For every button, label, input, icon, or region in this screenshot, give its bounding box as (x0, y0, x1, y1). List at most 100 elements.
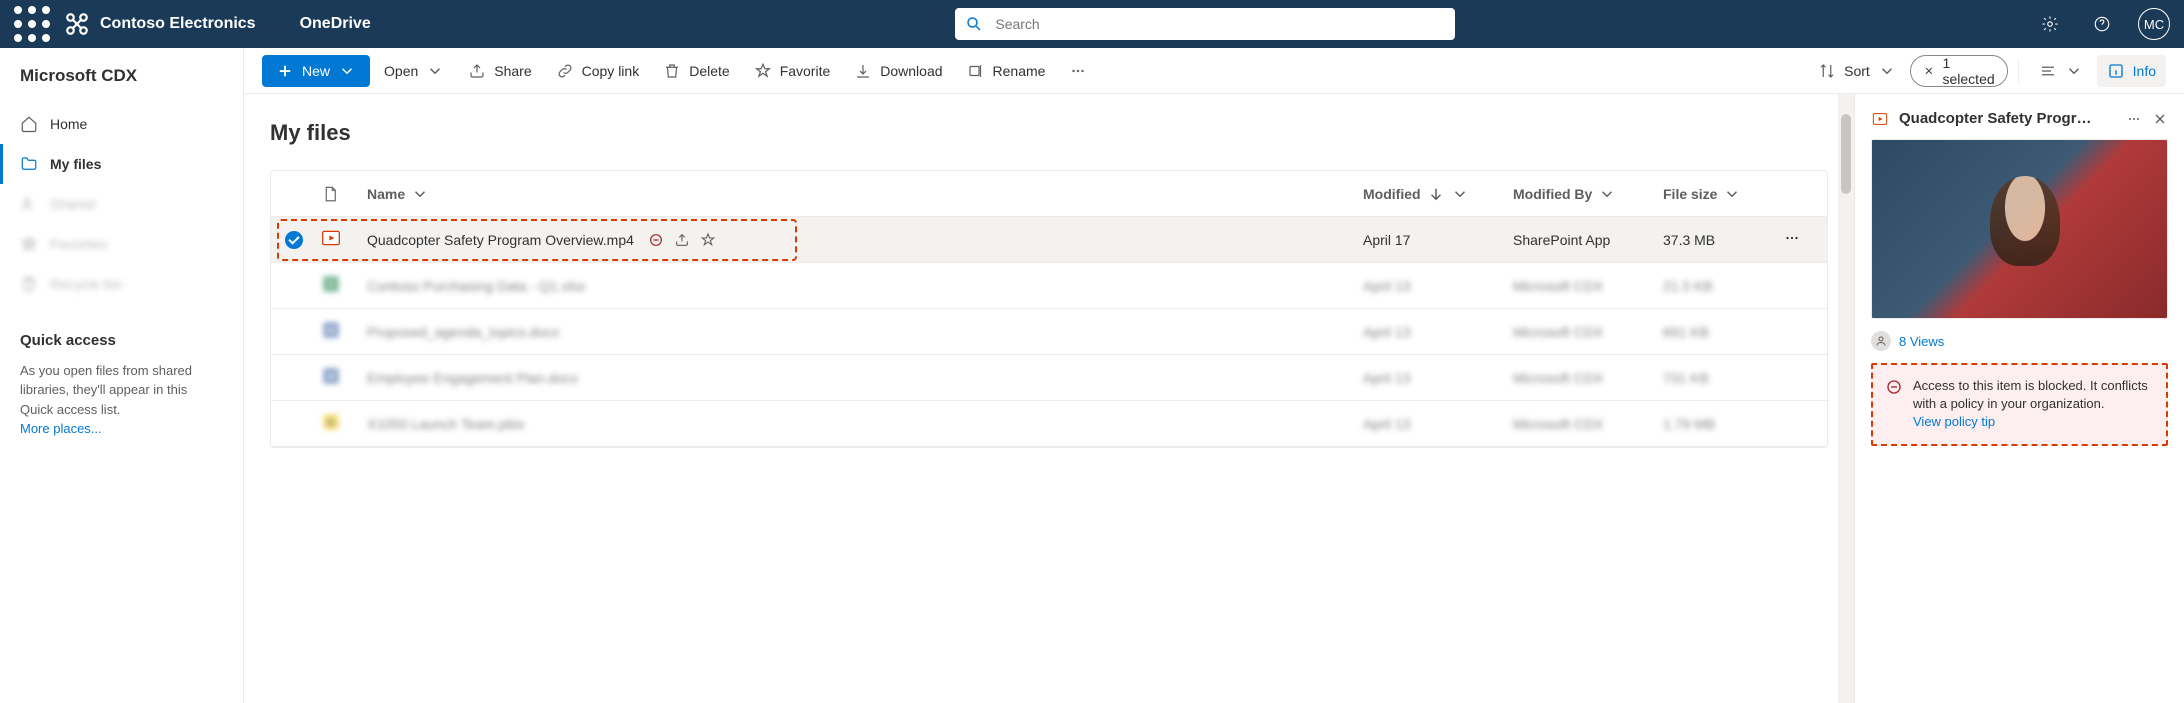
download-icon (854, 62, 872, 80)
file-modified: April 13 (1363, 416, 1513, 432)
row-checkbox[interactable] (285, 231, 303, 249)
close-icon[interactable] (2152, 111, 2168, 127)
col-modified-by[interactable]: Modified By (1513, 185, 1663, 203)
row-more[interactable] (1783, 229, 1823, 250)
col-modified[interactable]: Modified (1363, 185, 1513, 203)
more-places-link[interactable]: More places... (20, 421, 102, 436)
quick-access-body: As you open files from shared libraries,… (20, 361, 223, 420)
details-panel: Quadcopter Safety Progr… 8 Views Access … (1854, 94, 2184, 703)
excel-file-icon: X (321, 274, 341, 294)
nav-my-files[interactable]: My files (0, 144, 243, 184)
left-nav: Microsoft CDX Home My files Shared Favor… (0, 48, 244, 703)
share-label: Share (494, 63, 531, 79)
download-label: Download (880, 63, 942, 79)
search-container (955, 8, 1455, 40)
info-icon (2107, 62, 2125, 80)
more-icon (1069, 62, 1087, 80)
info-button[interactable]: Info (2097, 55, 2166, 87)
file-name[interactable]: Employee Engagement Plan.docx (367, 370, 578, 386)
file-modified-by: Microsoft CDX (1513, 324, 1663, 340)
people-icon (20, 195, 38, 213)
word-file-icon: W (321, 320, 341, 340)
share-icon[interactable] (674, 232, 690, 248)
app-launcher-button[interactable] (8, 0, 56, 48)
file-name[interactable]: Quadcopter Safety Program Overview.mp4 (367, 232, 634, 248)
file-modified-by: Microsoft CDX (1513, 370, 1663, 386)
file-modified: April 13 (1363, 278, 1513, 294)
open-label: Open (384, 63, 418, 79)
more-icon[interactable] (2126, 111, 2142, 127)
svg-text:W: W (327, 371, 336, 381)
chevron-down-icon (2065, 62, 2083, 80)
new-button[interactable]: New (262, 55, 370, 87)
app-name[interactable]: OneDrive (288, 15, 383, 33)
file-row[interactable]: W Employee Engagement Plan.docx April 13… (271, 355, 1827, 401)
file-row[interactable]: X1050 Launch Team.pbix April 13 Microsof… (271, 401, 1827, 447)
nav-home[interactable]: Home (0, 104, 243, 144)
star-icon (20, 235, 38, 253)
favorite-button[interactable]: Favorite (744, 55, 841, 87)
file-size: 37.3 MB (1663, 232, 1783, 248)
video-preview[interactable] (1871, 139, 2168, 319)
file-modified-by: Microsoft CDX (1513, 278, 1663, 294)
org-name: Contoso Electronics (100, 15, 256, 33)
col-size[interactable]: File size (1663, 185, 1783, 203)
file-name[interactable]: Contoso Purchasing Data - Q1.xlsx (367, 278, 586, 294)
home-icon (20, 115, 38, 133)
view-options-button[interactable] (2029, 55, 2093, 87)
file-icon (321, 185, 339, 203)
list-icon (2039, 62, 2057, 80)
svg-text:W: W (327, 325, 336, 335)
download-button[interactable]: Download (844, 55, 952, 87)
video-file-icon (321, 228, 341, 248)
drone-icon (64, 11, 90, 37)
copy-link-label: Copy link (582, 63, 640, 79)
views-link[interactable]: 8 Views (1871, 331, 2168, 351)
rename-icon (967, 62, 985, 80)
open-button[interactable]: Open (374, 55, 454, 87)
file-modified: April 13 (1363, 370, 1513, 386)
file-row[interactable]: X Contoso Purchasing Data - Q1.xlsx Apri… (271, 263, 1827, 309)
waffle-icon (8, 0, 56, 48)
overflow-button[interactable] (1059, 55, 1097, 87)
file-grid: Name Modified Modified By (270, 170, 1828, 448)
policy-link[interactable]: View policy tip (1913, 414, 1995, 429)
account-button[interactable]: MC (2132, 0, 2176, 48)
blocked-icon[interactable] (648, 232, 664, 248)
more-icon (1783, 229, 1801, 247)
col-icon[interactable] (321, 185, 367, 203)
file-name[interactable]: X1050 Launch Team.pbix (367, 416, 525, 432)
file-row[interactable]: W Proposed_agenda_topics.docx April 13 M… (271, 309, 1827, 355)
search-input[interactable] (993, 15, 1445, 33)
nav-label: Recycle bin (50, 276, 122, 292)
delete-button[interactable]: Delete (653, 55, 739, 87)
details-title: Quadcopter Safety Progr… (1899, 110, 2116, 127)
file-row[interactable]: Quadcopter Safety Program Overview.mp4 A… (271, 217, 1827, 263)
nav-recycle[interactable]: Recycle bin (0, 264, 243, 304)
file-size: 21.5 KB (1663, 278, 1783, 294)
nav-favorites[interactable]: Favorites (0, 224, 243, 264)
col-name[interactable]: Name (367, 185, 1363, 203)
copy-link-button[interactable]: Copy link (546, 55, 650, 87)
rename-button[interactable]: Rename (957, 55, 1056, 87)
search-box[interactable] (955, 8, 1455, 40)
share-button[interactable]: Share (458, 55, 541, 87)
delete-label: Delete (689, 63, 729, 79)
nav-label: Favorites (50, 236, 108, 252)
file-name[interactable]: Proposed_agenda_topics.docx (367, 324, 559, 340)
quick-access-heading: Quick access (20, 330, 223, 353)
scrollbar[interactable] (1838, 94, 1854, 703)
nav-shared[interactable]: Shared (0, 184, 243, 224)
chevron-down-icon (1723, 185, 1741, 203)
star-icon (754, 62, 772, 80)
settings-button[interactable] (2028, 0, 2072, 48)
help-button[interactable] (2080, 0, 2124, 48)
file-size: 691 KB (1663, 324, 1783, 340)
info-label: Info (2133, 63, 2156, 79)
selection-pill[interactable]: 1 selected (1910, 55, 2008, 87)
selection-count: 1 selected (1943, 55, 1995, 87)
content-region: My files Name Modified (244, 94, 1854, 703)
sort-button[interactable]: Sort (1808, 55, 1906, 87)
org-brand[interactable]: Contoso Electronics (64, 11, 280, 37)
star-icon[interactable] (700, 232, 716, 248)
